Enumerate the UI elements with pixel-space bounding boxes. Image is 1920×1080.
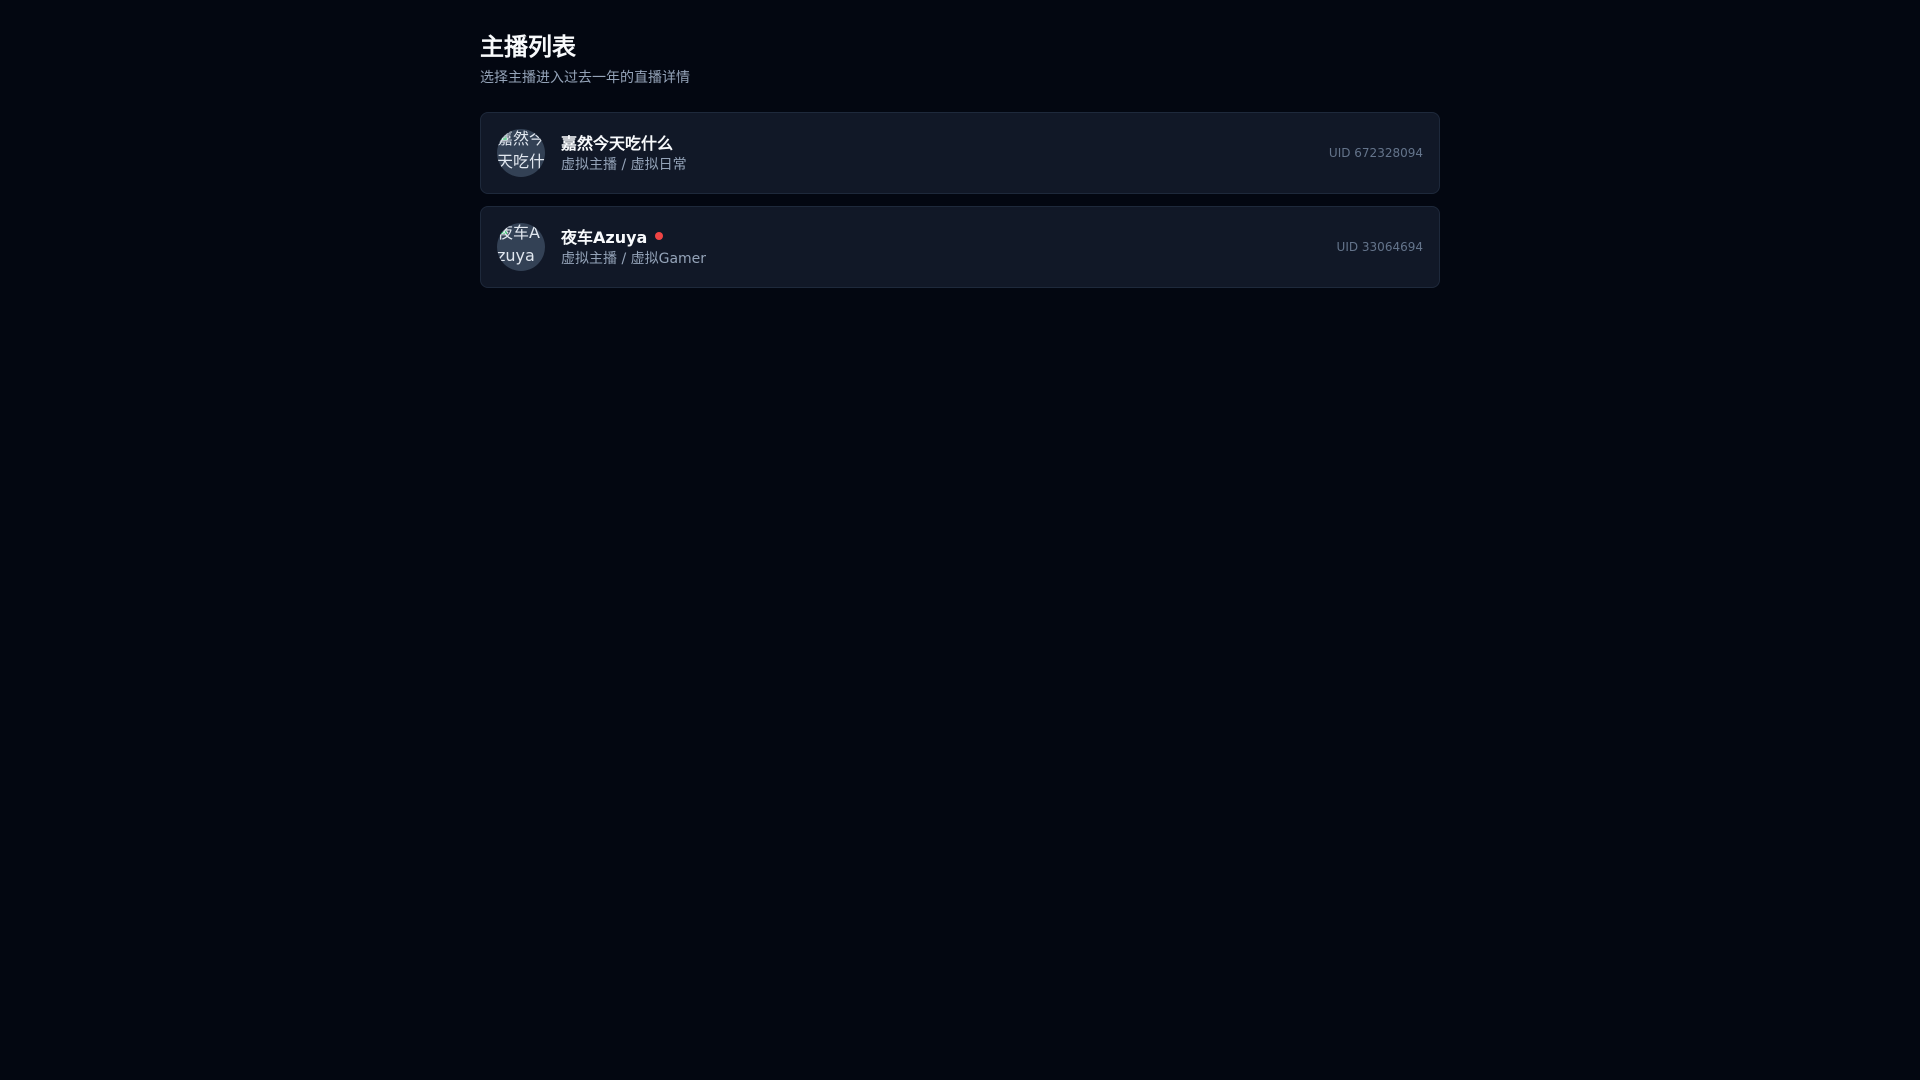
avatar: 夜车Azuya (497, 223, 545, 271)
streamer-info: 嘉然今天吃什么 虚拟主播 / 虚拟日常 (561, 130, 687, 176)
streamer-list: 嘉然今天吃什么 嘉然今天吃什么 虚拟主播 / 虚拟日常 UID 67232809… (480, 112, 1440, 300)
streamer-tags: 虚拟主播 / 虚拟Gamer (561, 251, 707, 267)
page-title: 主播列表 (480, 33, 576, 61)
streamer-info: 夜车Azuya 虚拟主播 / 虚拟Gamer (561, 224, 706, 270)
page-subtitle: 选择主播进入过去一年的直播详情 (480, 70, 690, 86)
streamer-card[interactable]: 夜车Azuya 夜车Azuya 虚拟主播 / 虚拟Gamer UID 33064… (480, 206, 1440, 288)
streamer-tags: 虚拟主播 / 虚拟日常 (561, 157, 687, 173)
avatar-alt-text: 夜车Azuya (497, 223, 540, 265)
streamer-name: 夜车Azuya (561, 228, 648, 247)
streamer-uid: UID 33064694 (1336, 240, 1423, 254)
live-indicator-icon (655, 232, 664, 240)
avatar-alt-text: 嘉然今天吃什么 (497, 129, 545, 177)
avatar: 嘉然今天吃什么 (497, 129, 545, 177)
streamer-uid: UID 672328094 (1328, 146, 1423, 160)
name-row: 夜车Azuya (561, 224, 706, 248)
name-row: 嘉然今天吃什么 (561, 130, 687, 154)
streamer-name: 嘉然今天吃什么 (561, 134, 674, 153)
streamer-card[interactable]: 嘉然今天吃什么 嘉然今天吃什么 虚拟主播 / 虚拟日常 UID 67232809… (480, 112, 1440, 194)
